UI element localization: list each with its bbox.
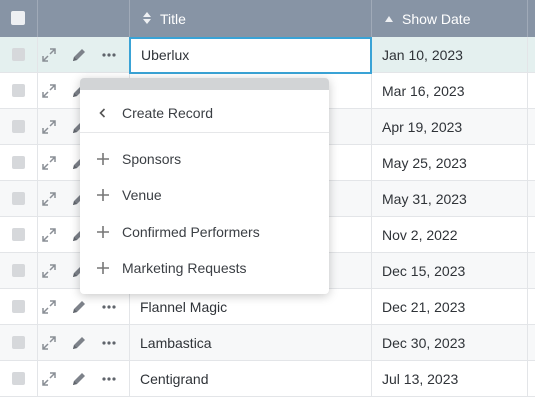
row-checkbox[interactable] [12, 192, 25, 205]
show-date-cell[interactable]: Nov 2, 2022 [382, 217, 458, 253]
menu-header-bar [80, 78, 329, 90]
row-checkbox[interactable] [12, 48, 25, 61]
show-date-cell[interactable]: Mar 16, 2023 [382, 73, 465, 109]
sort-icon [142, 11, 152, 28]
show-date-column-header[interactable]: Show Date [384, 0, 470, 38]
pencil-icon[interactable] [70, 298, 88, 316]
expand-icon[interactable] [40, 118, 58, 136]
create-record-menu: Create Record Sponsors Venue Confirmed P… [80, 78, 329, 294]
show-date-cell[interactable]: Dec 15, 2023 [382, 253, 465, 289]
menu-item-label: Confirmed Performers [122, 224, 260, 240]
expand-icon[interactable] [40, 370, 58, 388]
show-date-cell[interactable]: May 31, 2023 [382, 181, 467, 217]
ellipsis-icon[interactable] [100, 370, 118, 388]
show-date-cell[interactable]: Dec 21, 2023 [382, 289, 465, 325]
plus-icon [96, 188, 110, 202]
show-date-cell[interactable]: May 25, 2023 [382, 145, 467, 181]
title-cell[interactable]: Flannel Magic [140, 289, 227, 325]
menu-item-confirmed-performers[interactable]: Confirmed Performers [80, 214, 329, 250]
row-checkbox[interactable] [12, 228, 25, 241]
row-checkbox[interactable] [12, 264, 25, 277]
create-record-back-item[interactable]: Create Record [80, 93, 329, 133]
chevron-left-icon [96, 106, 110, 120]
title-edit-value: Uberlux [141, 47, 190, 63]
menu-item-label: Sponsors [122, 151, 182, 167]
plus-icon [96, 152, 110, 166]
title-edit-input[interactable]: Uberlux [129, 37, 372, 74]
expand-icon[interactable] [40, 46, 58, 64]
title-column-label: Title [160, 11, 186, 27]
pencil-icon[interactable] [70, 370, 88, 388]
show-date-cell[interactable]: Dec 30, 2023 [382, 325, 465, 361]
row-checkbox[interactable] [12, 372, 25, 385]
menu-item-venue[interactable]: Venue [80, 177, 329, 213]
menu-item-sponsors[interactable]: Sponsors [80, 141, 329, 177]
title-cell[interactable]: Centigrand [140, 361, 209, 397]
menu-item-label: Marketing Requests [122, 260, 247, 276]
grid-header: Title Show Date [0, 0, 535, 38]
table-row[interactable]: Flannel Magic Dec 21, 2023 [0, 289, 535, 325]
ellipsis-icon[interactable] [100, 334, 118, 352]
show-date-cell[interactable]: Jul 13, 2023 [382, 361, 458, 397]
expand-icon[interactable] [40, 154, 58, 172]
pencil-icon[interactable] [70, 46, 88, 64]
show-date-cell[interactable]: Jan 10, 2023 [382, 37, 463, 73]
ellipsis-icon[interactable] [100, 46, 118, 64]
row-checkbox[interactable] [12, 120, 25, 133]
expand-icon[interactable] [40, 298, 58, 316]
expand-icon[interactable] [40, 262, 58, 280]
plus-icon [96, 225, 110, 239]
select-all-checkbox[interactable] [11, 11, 25, 25]
row-checkbox[interactable] [12, 336, 25, 349]
table-row[interactable]: Lambastica Dec 30, 2023 [0, 325, 535, 361]
row-checkbox[interactable] [12, 156, 25, 169]
pencil-icon[interactable] [70, 334, 88, 352]
plus-icon [96, 261, 110, 275]
expand-icon[interactable] [40, 190, 58, 208]
menu-item-label: Venue [122, 187, 162, 203]
expand-icon[interactable] [40, 334, 58, 352]
title-column-header[interactable]: Title [142, 0, 186, 38]
sort-ascending-icon [384, 11, 394, 27]
expand-icon[interactable] [40, 226, 58, 244]
create-record-label: Create Record [122, 105, 214, 121]
row-checkbox[interactable] [12, 84, 25, 97]
ellipsis-icon[interactable] [100, 298, 118, 316]
show-date-column-label: Show Date [402, 11, 471, 27]
row-checkbox[interactable] [12, 300, 25, 313]
table-row[interactable]: Centigrand Jul 13, 2023 [0, 361, 535, 397]
menu-item-marketing-requests[interactable]: Marketing Requests [80, 250, 329, 286]
show-date-cell[interactable]: Apr 19, 2023 [382, 109, 462, 145]
expand-icon[interactable] [40, 82, 58, 100]
title-cell[interactable]: Lambastica [140, 325, 212, 361]
